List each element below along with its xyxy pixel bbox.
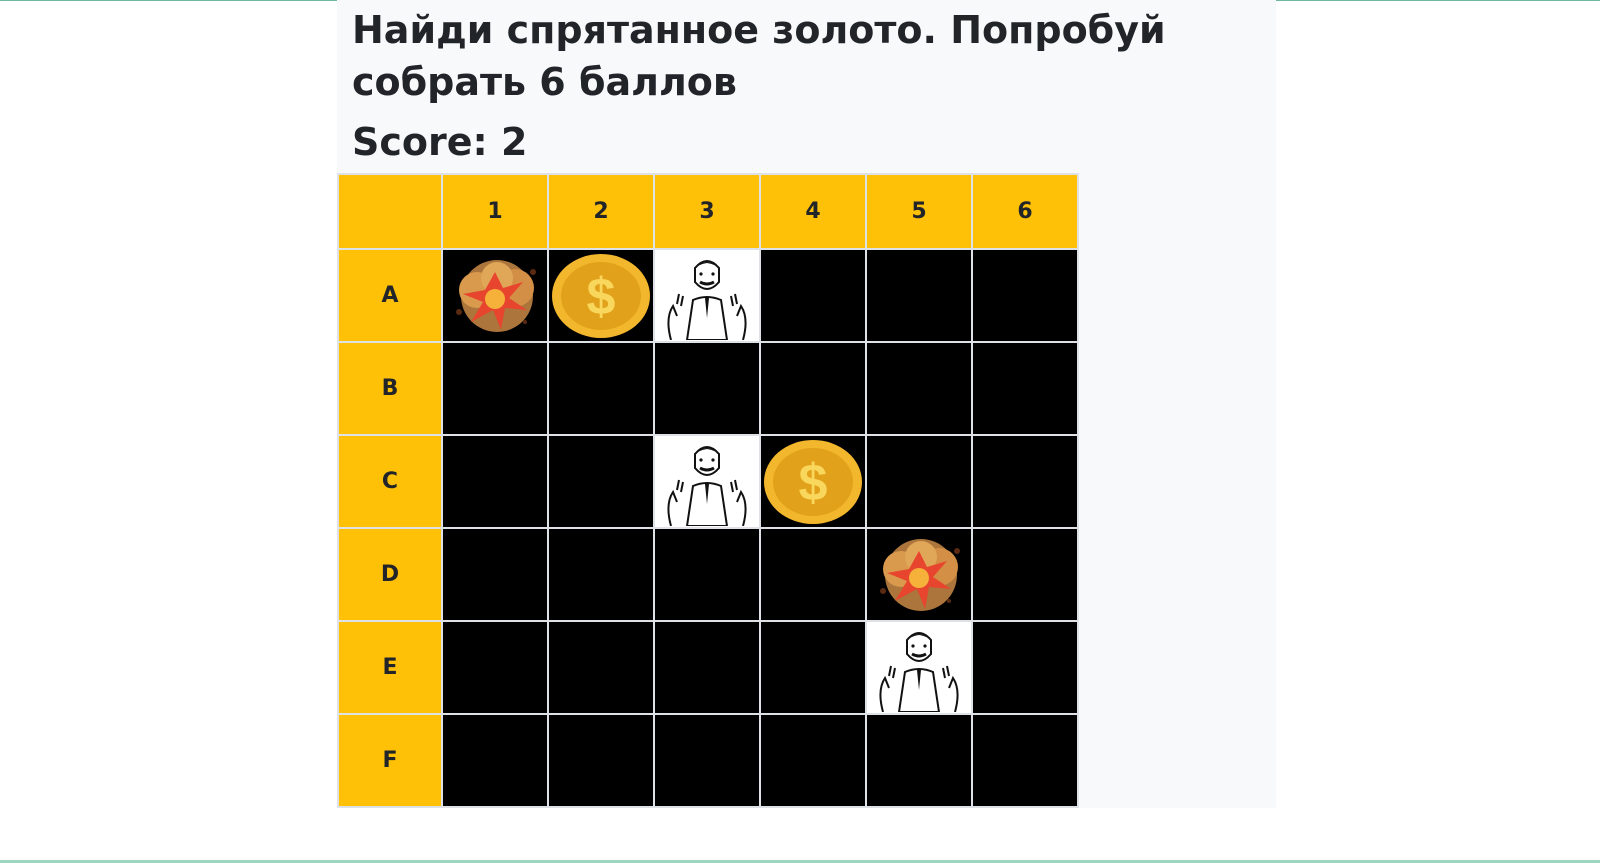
explosion-icon [456,259,536,332]
row-header: E [337,620,443,715]
board-cell[interactable] [441,248,549,343]
board-cell[interactable] [865,341,973,436]
column-header: 4 [759,173,867,250]
game-board: 1 2 3 4 5 6 A $ B C $ D E F [337,173,1079,808]
board-cell[interactable] [971,341,1079,436]
board-cell[interactable] [759,620,867,715]
board-cell[interactable] [441,620,549,715]
board-cell[interactable] [547,620,655,715]
board-cell[interactable] [759,527,867,622]
board-cell[interactable] [865,248,973,343]
board-cell[interactable] [547,434,655,529]
explosion-icon [880,538,960,611]
board-cell[interactable] [971,434,1079,529]
gold-coin-icon: $ [552,253,650,338]
gold-coin-icon: $ [764,439,862,524]
row-header: A [337,248,443,343]
board-cell[interactable] [865,434,973,529]
corner-header [337,173,443,250]
not-bad-man-icon [657,437,757,526]
board-cell[interactable] [865,713,973,808]
board-cell[interactable] [547,341,655,436]
board-cell[interactable] [653,248,761,343]
board-cell[interactable] [971,248,1079,343]
score-display: Score: 2 [352,120,528,164]
board-row: C $ [337,434,1079,529]
board-cell[interactable] [759,713,867,808]
column-header: 5 [865,173,973,250]
column-header: 1 [441,173,549,250]
board-cell[interactable] [441,434,549,529]
board-cell[interactable]: $ [547,248,655,343]
page-title: Найди спрятанное золото. Попробуй собрат… [352,8,1166,104]
board-row: F [337,713,1079,808]
board-cell[interactable] [759,248,867,343]
not-bad-man-icon [869,623,969,712]
column-header-row: 1 2 3 4 5 6 [337,173,1079,250]
board-cell[interactable] [547,713,655,808]
board-cell[interactable] [441,527,549,622]
column-header: 2 [547,173,655,250]
column-header: 6 [971,173,1079,250]
board-row: A $ [337,248,1079,343]
board-cell[interactable]: $ [759,434,867,529]
board-row: D [337,527,1079,622]
row-header: D [337,527,443,622]
board-cell[interactable] [971,620,1079,715]
svg-text:$: $ [587,268,616,326]
board-row: E [337,620,1079,715]
board-cell[interactable] [547,527,655,622]
board-cell[interactable] [759,341,867,436]
board-cell[interactable] [971,527,1079,622]
row-header: C [337,434,443,529]
board-cell[interactable] [653,434,761,529]
row-header: F [337,713,443,808]
board-cell[interactable] [441,341,549,436]
board-cell[interactable] [865,620,973,715]
board-cell[interactable] [653,620,761,715]
board-cell[interactable] [971,713,1079,808]
board-cell[interactable] [653,527,761,622]
board-cell[interactable] [865,527,973,622]
board-cell[interactable] [441,713,549,808]
board-row: B [337,341,1079,436]
column-header: 3 [653,173,761,250]
board-cell[interactable] [653,713,761,808]
row-header: B [337,341,443,436]
svg-text:$: $ [799,454,828,512]
board-cell[interactable] [653,341,761,436]
not-bad-man-icon [657,251,757,340]
